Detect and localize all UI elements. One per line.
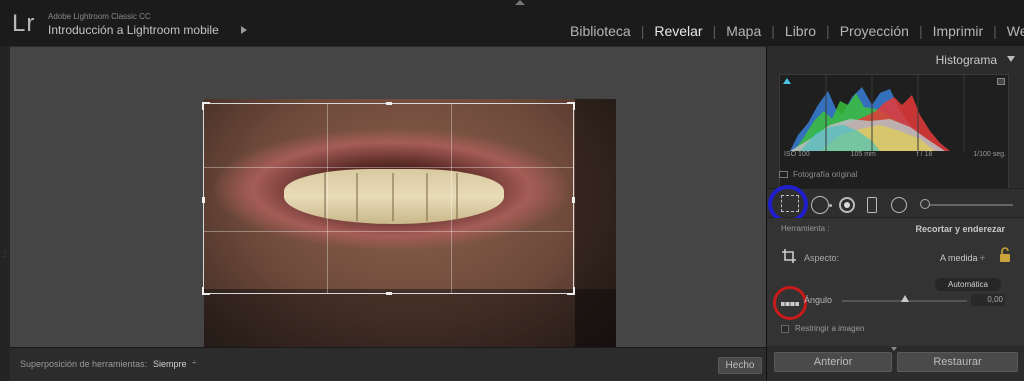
develop-tool-strip <box>767 185 1024 223</box>
module-libro[interactable]: Libro <box>785 23 816 39</box>
straighten-annotation-circle <box>773 286 807 320</box>
angle-value-field[interactable]: 0,00 <box>971 294 1005 306</box>
previous-button[interactable]: Anterior <box>774 352 892 372</box>
crop-outside-mask <box>204 289 616 348</box>
crop-grid-line <box>204 167 573 168</box>
original-photo-icon <box>779 171 788 178</box>
overlay-select-arrows-icon[interactable]: ÷ <box>192 358 196 367</box>
crop-grid-line <box>327 104 328 293</box>
aspect-label: Aspecto: <box>804 253 840 263</box>
lightroom-logo: Lr <box>12 10 36 37</box>
overlay-label: Superposición de herramientas: <box>20 359 148 369</box>
exif-info: ISO 100 105 mm f / 18 1/100 seg. <box>780 151 1008 158</box>
aperture-value: f / 18 <box>916 151 933 158</box>
crop-handle-bottom-left[interactable] <box>202 287 210 295</box>
original-photo-toggle[interactable]: Fotografía original <box>779 170 857 179</box>
module-revelar[interactable]: Revelar <box>654 23 702 39</box>
adjustment-brush-slider[interactable] <box>923 204 1013 206</box>
app-name: Adobe Lightroom Classic CC <box>48 12 151 21</box>
module-separator: | <box>993 23 997 39</box>
tool-name: Recortar y enderezar <box>915 224 1005 234</box>
develop-right-panel: Histograma ISO 100 105 mm f / 18 1/100 s… <box>766 46 1024 381</box>
module-biblioteca[interactable]: Biblioteca <box>570 23 631 39</box>
crop-frame-icon[interactable] <box>781 248 797 264</box>
tool-label: Herramienta : <box>781 224 830 233</box>
angle-slider-knob[interactable] <box>900 295 909 302</box>
overlay-select[interactable]: Siempre <box>153 359 187 369</box>
module-web[interactable]: Web <box>1007 23 1024 39</box>
collapse-triangle-icon[interactable] <box>1007 56 1015 62</box>
tool-overlay-toolbar: Superposición de herramientas: Siempre ÷… <box>10 347 766 381</box>
module-separator: | <box>771 23 775 39</box>
crop-handle-top[interactable] <box>386 102 392 105</box>
auto-straighten-button[interactable]: Automática <box>935 278 1001 291</box>
crop-straighten-panel: Herramienta : Recortar y enderezar Aspec… <box>767 218 1024 346</box>
module-picker: Biblioteca | Revelar | Mapa | Libro | Pr… <box>570 22 1024 40</box>
panel-scroll-caret-icon[interactable] <box>891 347 897 351</box>
shutter-speed: 1/100 seg. <box>973 151 1006 158</box>
catalog-name[interactable]: Introducción a Lightroom mobile <box>48 23 219 37</box>
module-separator: | <box>640 23 645 39</box>
image-canvas[interactable] <box>10 46 766 348</box>
crop-handle-top-left[interactable] <box>202 102 210 110</box>
left-panel-grip-icon[interactable]: ⋮ <box>2 251 8 258</box>
crop-handle-top-right[interactable] <box>567 102 575 110</box>
graduated-filter-tool-icon[interactable] <box>867 197 877 213</box>
crop-overlay[interactable] <box>202 102 575 295</box>
constrain-to-image-toggle[interactable]: Restringir a imagen <box>781 324 864 333</box>
lock-icon[interactable] <box>999 247 1011 263</box>
reset-button[interactable]: Restaurar <box>897 352 1018 372</box>
histogram-title: Histograma <box>935 53 997 67</box>
adjustment-brush-icon[interactable] <box>920 199 930 209</box>
crop-handle-right[interactable] <box>572 197 575 203</box>
module-separator: | <box>918 23 923 39</box>
crop-handle-bottom-right[interactable] <box>567 287 575 295</box>
top-panel-toggle-icon[interactable] <box>515 0 525 5</box>
crop-handle-bottom[interactable] <box>386 292 392 295</box>
crop-handle-left[interactable] <box>202 197 205 203</box>
catalog-play-icon[interactable] <box>241 26 247 34</box>
angle-label: Ángulo <box>804 295 833 305</box>
iso-value: ISO 100 <box>784 151 810 158</box>
aspect-select[interactable]: A medida ÷ <box>940 253 985 263</box>
histogram-graph <box>790 75 965 151</box>
done-button[interactable]: Hecho <box>718 357 762 374</box>
spot-removal-arrow-icon <box>829 204 832 207</box>
radial-filter-tool-icon[interactable] <box>891 197 907 213</box>
constrain-checkbox[interactable] <box>781 324 789 333</box>
top-bar: Lr Adobe Lightroom Classic CC Introducci… <box>0 0 1024 46</box>
crop-outside-mask <box>575 99 616 348</box>
spot-removal-tool-icon[interactable] <box>811 196 829 214</box>
left-panel-collapsed[interactable]: ⋮ <box>0 46 10 381</box>
module-proyeccion[interactable]: Proyección <box>840 23 909 39</box>
highlight-clipping-icon[interactable] <box>997 78 1005 85</box>
red-eye-pupil-icon <box>844 202 850 208</box>
module-separator: | <box>826 23 830 39</box>
crop-grid-line <box>204 231 573 232</box>
module-imprimir[interactable]: Imprimir <box>933 23 984 39</box>
shadow-clipping-icon[interactable] <box>783 78 791 84</box>
focal-length: 105 mm <box>850 151 876 158</box>
crop-grid-line <box>451 104 452 293</box>
constrain-label: Restringir a imagen <box>795 324 865 333</box>
histogram-header[interactable]: Histograma <box>767 46 1024 70</box>
original-photo-label: Fotografía original <box>793 170 858 179</box>
module-mapa[interactable]: Mapa <box>726 23 761 39</box>
module-separator: | <box>712 23 717 39</box>
